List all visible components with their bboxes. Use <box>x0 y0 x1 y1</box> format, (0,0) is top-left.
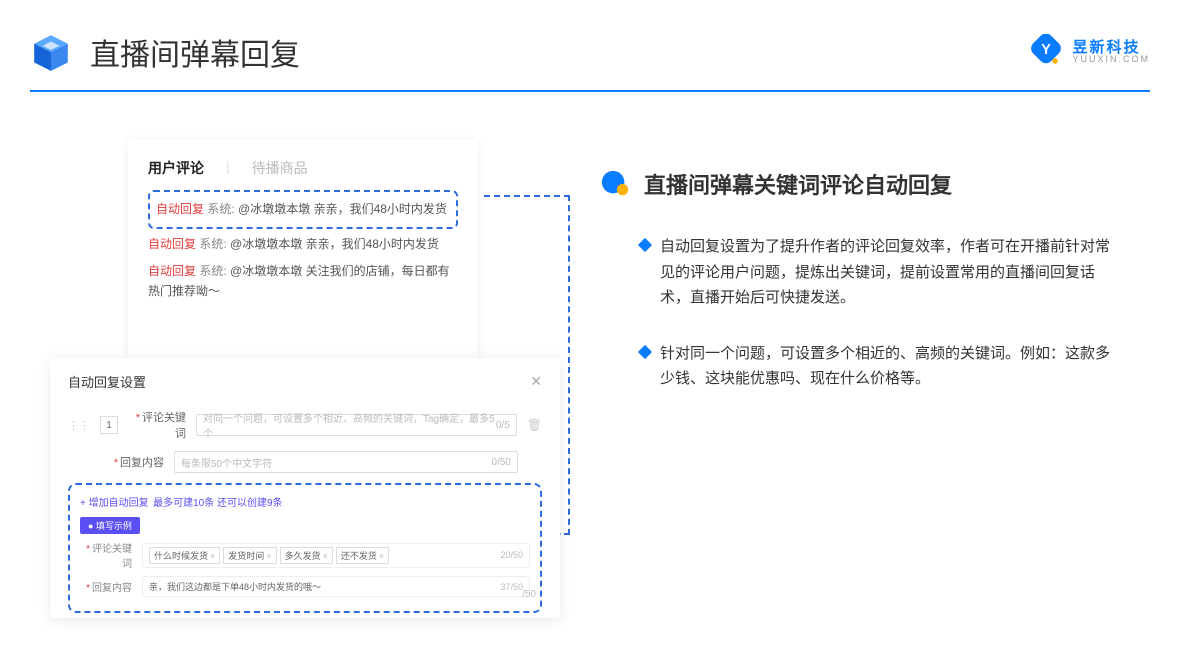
svg-text:Y: Y <box>1042 42 1052 58</box>
tab-pending-products[interactable]: 待播商品 <box>252 158 308 178</box>
example-keyword-field[interactable]: 什么时候发货×发货时间×多久发货×还不发货× 20/50 <box>142 543 530 568</box>
settings-card: 自动回复设置 ✕ ⋮⋮ 1 *评论关键词 对同一个问题，可设置多个相近、高频的关… <box>50 358 560 618</box>
example-label-keyword: *评论关键词 <box>80 540 132 570</box>
form-row-content: *回复内容 每条限50个中文字符 0/50 <box>68 451 542 473</box>
comment-text: @冰墩墩本墩 亲亲，我们48小时内发货 <box>230 237 439 251</box>
header-left: 直播间弹幕回复 <box>30 30 300 74</box>
tab-user-comments[interactable]: 用户评论 <box>148 158 204 178</box>
keyword-chip[interactable]: 还不发货× <box>336 547 389 564</box>
tabs: 用户评论 | 待播商品 <box>148 158 458 178</box>
close-icon[interactable]: ✕ <box>530 373 542 390</box>
add-hint: 最多可建10条 还可以创建9条 <box>153 498 282 509</box>
char-count: 0/5 <box>496 420 510 431</box>
add-auto-reply-link[interactable]: + 增加自动回复 最多可建10条 还可以创建9条 <box>80 493 530 511</box>
auto-reply-tag: 自动回复 <box>148 264 196 278</box>
brand-logo-icon: Y <box>1028 34 1064 70</box>
comment-line: 自动回复 系统: @冰墩墩本墩 亲亲，我们48小时内发货 <box>148 235 458 254</box>
comment-text: @冰墩墩本墩 亲亲，我们48小时内发货 <box>238 202 447 216</box>
tab-divider: | <box>226 158 230 178</box>
drag-handle-icon[interactable]: ⋮⋮ <box>68 419 90 432</box>
brand-text: 昱新科技 YUUXIN.COM <box>1072 40 1150 64</box>
connector-line <box>484 195 570 197</box>
settings-title: 自动回复设置 <box>68 372 146 391</box>
keyword-chip[interactable]: 多久发货× <box>280 547 333 564</box>
brand-url: YUUXIN.COM <box>1072 55 1150 64</box>
right-panel: 直播间弹幕关键词评论自动回复 自动回复设置为了提升作者的评论回复效率，作者可在开… <box>600 168 1140 422</box>
example-content-row: *回复内容 亲，我们这边都是下单48小时内发货的哦～ 37/50 <box>80 576 530 597</box>
keyword-chip[interactable]: 发货时间× <box>223 547 276 564</box>
char-count: 37/50 <box>500 582 523 592</box>
diamond-icon <box>638 344 652 358</box>
page-title: 直播间弹幕回复 <box>90 30 300 74</box>
example-content-text: 亲，我们这边都是下单48小时内发货的哦～ <box>149 580 321 593</box>
diamond-icon <box>638 238 652 252</box>
placeholder: 每条限50个中文字符 <box>181 455 272 470</box>
header-rule <box>30 90 1150 92</box>
system-tag: 系统: <box>199 264 226 278</box>
trash-icon[interactable]: 🗑 <box>527 418 542 432</box>
chip-container: 什么时候发货×发货时间×多久发货×还不发货× <box>149 547 392 564</box>
char-count: 0/50 <box>492 457 511 468</box>
bullet-text: 针对同一个问题，可设置多个相近的、高频的关键词。例如：这款多少钱、这块能优惠吗、… <box>660 341 1110 392</box>
system-tag: 系统: <box>207 202 234 216</box>
brand-name: 昱新科技 <box>1072 40 1150 55</box>
bullet-item: 针对同一个问题，可设置多个相近的、高频的关键词。例如：这款多少钱、这块能优惠吗、… <box>600 341 1140 392</box>
content-input[interactable]: 每条限50个中文字符 0/50 <box>174 451 518 473</box>
auto-reply-tag: 自动回复 <box>148 237 196 251</box>
keyword-input[interactable]: 对同一个问题，可设置多个相近、高频的关键词，Tag确定，最多5个 0/5 <box>196 414 517 436</box>
label-keyword: *评论关键词 <box>128 409 186 441</box>
chat-bubble-icon <box>600 169 630 199</box>
bullet-text: 自动回复设置为了提升作者的评论回复效率，作者可在开播前针对常见的评论用户问题，提… <box>660 234 1110 311</box>
auto-reply-tag: 自动回复 <box>156 202 204 216</box>
highlighted-comment: 自动回复 系统: @冰墩墩本墩 亲亲，我们48小时内发货 <box>148 190 458 229</box>
keyword-chip[interactable]: 什么时候发货× <box>149 547 220 564</box>
char-count: 20/50 <box>500 550 523 560</box>
page-header: 直播间弹幕回复 Y 昱新科技 YUUXIN.COM <box>30 30 1150 74</box>
section-head: 直播间弹幕关键词评论自动回复 <box>600 168 1140 200</box>
connector-line <box>568 195 570 535</box>
example-label-content: *回复内容 <box>80 579 132 594</box>
section-title: 直播间弹幕关键词评论自动回复 <box>644 168 952 200</box>
left-panel: 用户评论 | 待播商品 自动回复 系统: @冰墩墩本墩 亲亲，我们48小时内发货… <box>50 140 570 630</box>
row-index: 1 <box>100 416 118 434</box>
form-row-keyword: ⋮⋮ 1 *评论关键词 对同一个问题，可设置多个相近、高频的关键词，Tag确定，… <box>68 409 542 441</box>
label-content: *回复内容 <box>106 454 164 470</box>
comments-card: 用户评论 | 待播商品 自动回复 系统: @冰墩墩本墩 亲亲，我们48小时内发货… <box>128 140 478 360</box>
system-tag: 系统: <box>199 237 226 251</box>
example-badge: ● 填写示例 <box>80 517 140 534</box>
comment-line: 自动回复 系统: @冰墩墩本墩 关注我们的店铺，每日都有热门推荐呦～ <box>148 262 458 300</box>
bullet-item: 自动回复设置为了提升作者的评论回复效率，作者可在开播前针对常见的评论用户问题，提… <box>600 234 1140 311</box>
extra-count: /50 <box>522 589 536 600</box>
placeholder: 对同一个问题，可设置多个相近、高频的关键词，Tag确定，最多5个 <box>203 410 496 440</box>
comment-line: 自动回复 系统: @冰墩墩本墩 亲亲，我们48小时内发货 <box>156 200 450 219</box>
example-box: + 增加自动回复 最多可建10条 还可以创建9条 ● 填写示例 *评论关键词 什… <box>68 483 542 613</box>
settings-title-row: 自动回复设置 ✕ <box>68 372 542 391</box>
example-content-field[interactable]: 亲，我们这边都是下单48小时内发货的哦～ 37/50 <box>142 576 530 597</box>
brand-block: Y 昱新科技 YUUXIN.COM <box>1028 34 1150 70</box>
example-keyword-row: *评论关键词 什么时候发货×发货时间×多久发货×还不发货× 20/50 <box>80 540 530 570</box>
cube-icon <box>30 31 72 73</box>
